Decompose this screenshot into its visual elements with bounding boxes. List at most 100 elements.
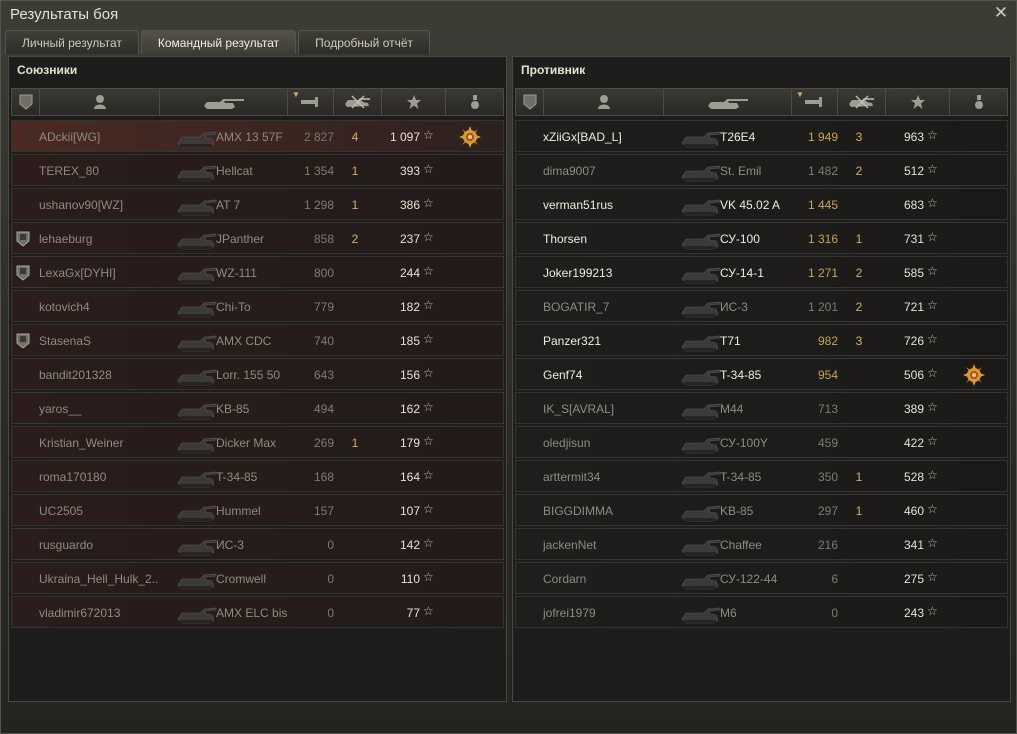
- table-row[interactable]: BOGATIR_7 ИС-3 1 201 2 721 ☆: [515, 290, 1008, 322]
- player-name: Panzer321: [543, 334, 602, 348]
- xp-column-header[interactable]: [886, 89, 950, 115]
- player-column-header[interactable]: [40, 89, 160, 115]
- frags-column-header[interactable]: [838, 89, 886, 115]
- table-row[interactable]: rusguardo ИС-3 0 142 ☆: [11, 528, 504, 560]
- tank-icon: [172, 531, 220, 559]
- medal-column-header[interactable]: [950, 89, 1008, 115]
- star-icon: ☆: [927, 570, 938, 584]
- table-row[interactable]: lehaeburg JPanther 858 2 237 ☆: [11, 222, 504, 254]
- frags-value: 1: [855, 232, 863, 246]
- xp-value: 237: [399, 232, 420, 246]
- damage-value: 2 827: [303, 130, 334, 144]
- tank-icon: [676, 361, 724, 389]
- table-row[interactable]: TEREX_80 Hellcat 1 354 1 393 ☆: [11, 154, 504, 186]
- star-icon: ☆: [927, 298, 938, 312]
- frags-value: 2: [855, 300, 863, 314]
- damage-column-header[interactable]: ▼: [792, 89, 838, 115]
- xp-value: 156: [399, 368, 420, 382]
- table-row[interactable]: Panzer321 T71 982 3 726 ☆: [515, 324, 1008, 356]
- allies-header: ▼: [11, 88, 504, 116]
- tab-detailed-report[interactable]: Подробный отчёт: [298, 30, 431, 54]
- tank-column-header[interactable]: [160, 89, 288, 115]
- table-row[interactable]: bandit201328 Lorr. 155 50 643 156 ☆: [11, 358, 504, 390]
- table-row[interactable]: Genf74 T-34-85 954 506 ☆: [515, 358, 1008, 390]
- close-icon: ✕: [993, 3, 1009, 22]
- star-icon: ☆: [927, 434, 938, 448]
- table-row[interactable]: LexaGx[DYHI] WZ-111 800 244 ☆: [11, 256, 504, 288]
- frags-value: 1: [351, 436, 359, 450]
- tank-icon: [172, 361, 220, 389]
- allies-panel: Союзники ▼ ADckii[WG] AMX 13 57F 2 827 4 1 0…: [8, 56, 507, 702]
- tab-team-result[interactable]: Командный результат: [140, 30, 297, 54]
- table-row[interactable]: kotovich4 Chi-To 779 182 ☆: [11, 290, 504, 322]
- table-row[interactable]: StasenaS AMX CDC 740 185 ☆: [11, 324, 504, 356]
- star-icon: ☆: [927, 502, 938, 516]
- tank-icon: [676, 429, 724, 457]
- table-row[interactable]: dima9007 St. Emil 1 482 2 512 ☆: [515, 154, 1008, 186]
- tank-name: Lorr. 155 50: [216, 368, 281, 382]
- table-row[interactable]: jofrei1979 M6 0 243 ☆: [515, 596, 1008, 628]
- xp-icon: [910, 94, 926, 110]
- xp-value: 164: [399, 470, 420, 484]
- tank-column-header[interactable]: [664, 89, 792, 115]
- damage-column-header[interactable]: ▼: [288, 89, 334, 115]
- damage-value: 800: [313, 266, 334, 280]
- player-column-header[interactable]: [544, 89, 664, 115]
- battle-results-window: Результаты боя ✕ Личный результат Команд…: [0, 0, 1017, 734]
- sort-indicator-icon: ▼: [796, 90, 804, 99]
- table-row[interactable]: jackenNet Chaffee 216 341 ☆: [515, 528, 1008, 560]
- star-icon: ☆: [423, 400, 434, 414]
- table-row[interactable]: ushanov90[WZ] AT 7 1 298 1 386 ☆: [11, 188, 504, 220]
- squad-column-header[interactable]: [516, 89, 544, 115]
- medal-icon[interactable]: [458, 125, 482, 149]
- xp-column-header[interactable]: [382, 89, 446, 115]
- table-row[interactable]: Ukraina_Hell_Hulk_2.. Cromwell 0 110 ☆: [11, 562, 504, 594]
- squad-column-header[interactable]: [12, 89, 40, 115]
- table-row[interactable]: arttermit34 T-34-85 350 1 528 ☆: [515, 460, 1008, 492]
- tank-icon: [676, 463, 724, 491]
- table-row[interactable]: verman51rus VK 45.02 A 1 445 683 ☆: [515, 188, 1008, 220]
- sort-indicator-icon: ▼: [292, 90, 300, 99]
- tank-name: T71: [720, 334, 741, 348]
- tank-name: СУ-14-1: [720, 266, 764, 280]
- table-row[interactable]: yaros__ KB-85 494 162 ☆: [11, 392, 504, 424]
- tank-name: ИС-3: [720, 300, 748, 314]
- table-row[interactable]: xZiiGx[BAD_L] T26E4 1 949 3 963 ☆: [515, 120, 1008, 152]
- player-name: BOGATIR_7: [543, 300, 610, 314]
- damage-value: 713: [817, 402, 838, 416]
- star-icon: ☆: [927, 128, 938, 142]
- table-row[interactable]: IK_S[AVRAL] M44 713 389 ☆: [515, 392, 1008, 424]
- frags-icon: [342, 95, 374, 109]
- frags-column-header[interactable]: [334, 89, 382, 115]
- star-icon: ☆: [423, 230, 434, 244]
- table-row[interactable]: Kristian_Weiner Dicker Max 269 1 179 ☆: [11, 426, 504, 458]
- tab-personal-result[interactable]: Личный результат: [5, 30, 139, 54]
- player-name: arttermit34: [543, 470, 601, 484]
- tank-name: T-34-85: [720, 368, 762, 382]
- table-row[interactable]: ADckii[WG] AMX 13 57F 2 827 4 1 097 ☆: [11, 120, 504, 152]
- table-row[interactable]: vladimir672013 AMX ELC bis 0 77 ☆: [11, 596, 504, 628]
- table-row[interactable]: UC2505 Hummel 157 107 ☆: [11, 494, 504, 526]
- damage-value: 982: [817, 334, 838, 348]
- xp-value: 963: [903, 130, 924, 144]
- xp-value: 341: [903, 538, 924, 552]
- table-row[interactable]: Cordarn СУ-122-44 6 275 ☆: [515, 562, 1008, 594]
- table-row[interactable]: BIGGDIMMA KB-85 297 1 460 ☆: [515, 494, 1008, 526]
- close-button[interactable]: ✕: [992, 4, 1010, 22]
- medal-icon[interactable]: [962, 363, 986, 387]
- table-row[interactable]: oledjisun СУ-100Y 459 422 ☆: [515, 426, 1008, 458]
- star-icon: ☆: [423, 502, 434, 516]
- xp-value: 422: [903, 436, 924, 450]
- table-row[interactable]: Joker199213 СУ-14-1 1 271 2 585 ☆: [515, 256, 1008, 288]
- table-row[interactable]: Thorsen СУ-100 1 316 1 731 ☆: [515, 222, 1008, 254]
- xp-value: 110: [400, 572, 420, 586]
- damage-value: 216: [817, 538, 838, 552]
- damage-value: 779: [313, 300, 334, 314]
- damage-value: 740: [313, 334, 334, 348]
- tank-icon: [676, 327, 724, 355]
- table-row[interactable]: roma170180 T-34-85 168 164 ☆: [11, 460, 504, 492]
- medal-column-header[interactable]: [446, 89, 504, 115]
- star-icon: ☆: [927, 230, 938, 244]
- xp-value: 386: [399, 198, 420, 212]
- player-name: verman51rus: [543, 198, 614, 212]
